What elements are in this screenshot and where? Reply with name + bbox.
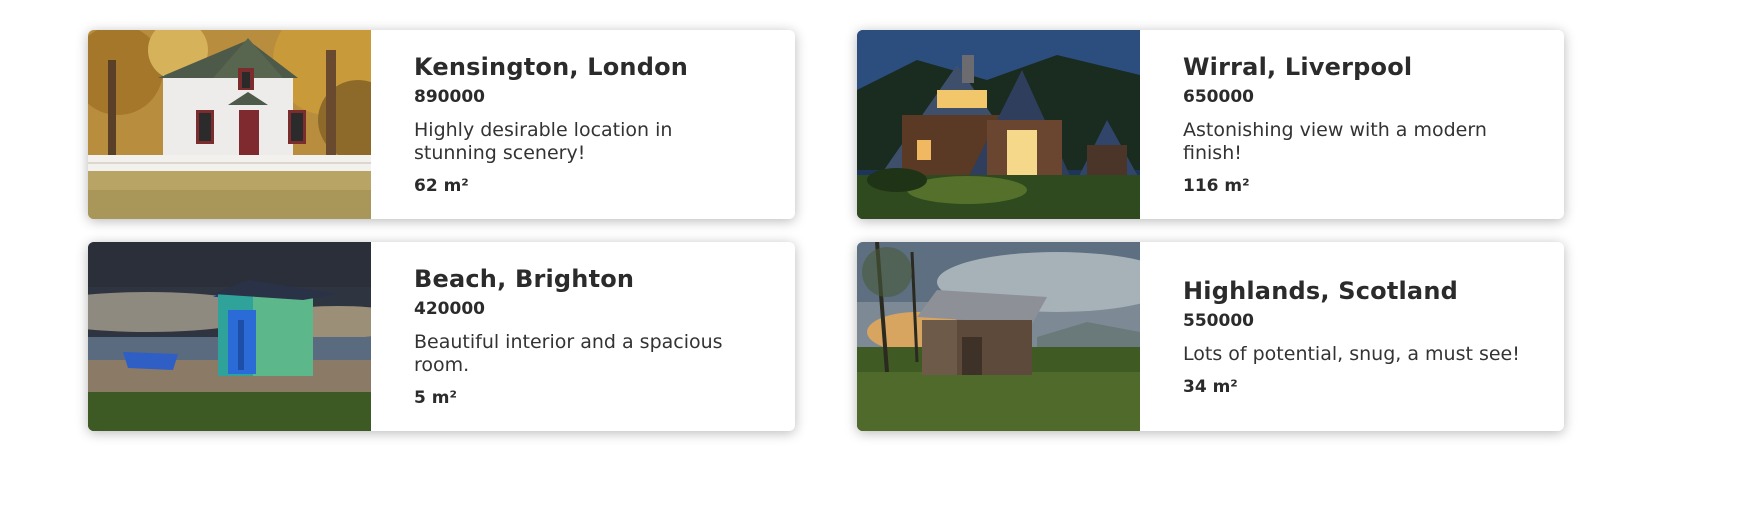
listing-location: Beach, Brighton (414, 265, 635, 293)
listing-grid: Kensington, London 890000 Highly desirab… (88, 30, 1564, 431)
listing-price: 550000 (1183, 310, 1254, 331)
listing-price: 650000 (1183, 87, 1254, 107)
listing-description: Beautiful interior and a spacious room. (414, 331, 723, 376)
listing-info: Highlands, Scotland 550000 Lots of poten… (1140, 242, 1564, 431)
listing-area: 116 m² (1183, 176, 1250, 196)
listing-description: Lots of potential, snug, a must see! (1183, 342, 1520, 365)
listing-area: 34 m² (1183, 376, 1238, 397)
wooden-barn-photo (857, 242, 1140, 431)
listing-card[interactable]: Highlands, Scotland 550000 Lots of poten… (857, 242, 1564, 431)
listing-location: Kensington, London (414, 53, 689, 81)
listing-info: Kensington, London 890000 Highly desirab… (371, 30, 795, 219)
listing-card[interactable]: Beach, Brighton 420000 Beautiful interio… (88, 242, 795, 431)
listing-price: 420000 (414, 299, 485, 319)
listing-info: Beach, Brighton 420000 Beautiful interio… (371, 242, 795, 431)
listing-info: Wirral, Liverpool 650000 Astonishing vie… (1140, 30, 1564, 219)
listing-description: Highly desirable location in stunning sc… (414, 119, 673, 164)
listing-card[interactable]: Kensington, London 890000 Highly desirab… (88, 30, 795, 219)
white-cottage-photo (88, 30, 371, 219)
listing-description: Astonishing view with a modern finish! (1183, 119, 1487, 164)
beach-hut-photo (88, 242, 371, 431)
listing-location: Highlands, Scotland (1183, 276, 1458, 305)
listing-area: 62 m² (414, 176, 469, 196)
listing-price: 890000 (414, 87, 485, 107)
listing-card[interactable]: Wirral, Liverpool 650000 Astonishing vie… (857, 30, 1564, 219)
listing-area: 5 m² (414, 388, 457, 408)
modern-house-night-photo (857, 30, 1140, 219)
listing-location: Wirral, Liverpool (1183, 53, 1413, 81)
